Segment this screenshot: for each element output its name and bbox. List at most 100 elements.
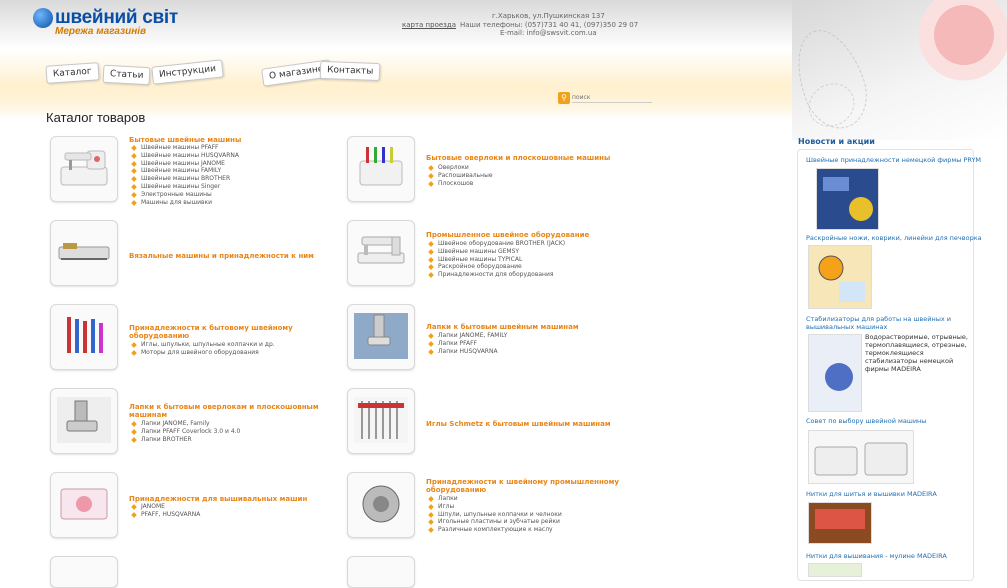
search-input[interactable] [572, 93, 652, 103]
nav-catalog[interactable]: Каталог [45, 62, 100, 84]
category-thumbnail[interactable] [50, 472, 118, 538]
search-icon[interactable]: ⚲ [558, 92, 570, 104]
list-item[interactable]: Швейное оборудование BROTHER (JACK) [426, 240, 565, 248]
news-heading: Новости и акции [798, 137, 875, 146]
list-item[interactable]: Различные комплектующие к маслу [426, 526, 562, 534]
news-desc-line: фирмы MADEIRA [865, 365, 921, 373]
list-item[interactable]: Плоскошов [426, 180, 493, 188]
embroidery-icon [60, 488, 108, 520]
list-item[interactable]: Принадлежности для оборудования [426, 271, 565, 279]
news-image[interactable] [808, 334, 862, 412]
category-thumbnail[interactable] [347, 136, 415, 202]
category-title[interactable]: Принадлежности к бытовому швейному обору… [129, 324, 309, 340]
list-item[interactable]: Оверлоки [426, 164, 493, 172]
map-link[interactable]: карта проезда [402, 21, 456, 29]
list-item[interactable]: Иглы, шпульки, шпульные колпачки и др. [129, 341, 275, 349]
news-link[interactable]: Совет по выбору швейной машины [806, 417, 926, 425]
list-item[interactable]: Иглы [426, 503, 562, 511]
list-item[interactable]: Раскройное оборудование [426, 263, 565, 271]
news-desc-line: стабилизаторы немецкой [865, 357, 954, 365]
news-image[interactable] [808, 502, 872, 544]
category-thumbnail[interactable] [347, 388, 415, 454]
logo-subtitle: Мережа магазинів [55, 26, 147, 37]
email-text[interactable]: E-mail: info@swsvit.com.ua [500, 29, 597, 37]
category-title[interactable]: Вязальные машины и принадлежности к ним [129, 252, 329, 260]
presser-foot-icon [354, 313, 408, 359]
list-item[interactable]: Лапки PFAFF [426, 340, 507, 348]
accessories-icon [67, 317, 103, 353]
category-title[interactable]: Лапки к бытовым швейным машинам [426, 323, 626, 331]
category-thumbnail[interactable] [50, 304, 118, 370]
search-box: ⚲ [558, 92, 653, 104]
phone-text: Наши телефоны: (057)731 40 41, (097)350 … [460, 21, 639, 29]
bobbin-case-icon [362, 485, 400, 523]
address-text: г.Харьков, ул.Пушкинская 137 [492, 12, 605, 20]
news-image[interactable] [808, 245, 872, 309]
list-item[interactable]: Лапки HUSQVARNA [426, 348, 507, 356]
category-list: Иглы, шпульки, шпульные колпачки и др. М… [129, 341, 275, 357]
nav-contacts[interactable]: Контакты [319, 60, 381, 82]
category-title[interactable]: Иглы Schmetz к бытовым швейным машинам [426, 420, 626, 428]
list-item[interactable]: Швейные машины JANOME [129, 160, 239, 168]
category-title[interactable]: Бытовые оверлоки и плоскошовные машины [426, 154, 626, 162]
category-thumbnail[interactable] [347, 556, 415, 588]
category-thumbnail[interactable] [50, 556, 118, 588]
list-item[interactable]: Электронные машины [129, 191, 239, 199]
category-thumbnail[interactable] [50, 220, 118, 286]
news-link-line2[interactable]: вышивальных машинах [806, 323, 887, 331]
category-thumbnail[interactable] [50, 136, 118, 202]
news-desc-line: термоплавящиеся, отрезные, [865, 341, 967, 349]
category-title[interactable]: Принадлежности к швейному промышленному … [426, 478, 626, 494]
list-item[interactable]: Швейные машины BROTHER [129, 175, 239, 183]
category-list: JANOME PFAFF, HUSQVARNA [129, 503, 200, 519]
needles-icon [354, 397, 408, 443]
category-title[interactable]: Лапки к бытовым оверлокам и плоскошовным… [129, 403, 324, 419]
list-item[interactable]: PFAFF, HUSQVARNA [129, 511, 200, 519]
category-list: Лапки JANOME, FAMILY Лапки PFAFF Лапки H… [426, 332, 507, 355]
list-item[interactable]: Лапки [426, 495, 562, 503]
news-link[interactable]: Стабилизаторы для работы на швейных и [806, 315, 951, 323]
news-link[interactable]: Раскройные ножи, коврики, линейки для пе… [806, 234, 982, 242]
list-item[interactable]: Моторы для швейного оборудования [129, 349, 275, 357]
category-thumbnail[interactable] [347, 472, 415, 538]
news-link[interactable]: Нитки для шитья и вышивки MADEIRA [806, 490, 937, 498]
list-item[interactable]: Швейные машины PFAFF [129, 144, 239, 152]
category-thumbnail[interactable] [50, 388, 118, 454]
category-title[interactable]: Принадлежности для вышивальных машин [129, 495, 329, 503]
news-desc-line: термоклеящиеся [865, 349, 924, 357]
list-item[interactable]: Швейные машины TYPICAL [426, 256, 565, 264]
category-thumbnail[interactable] [347, 220, 415, 286]
category-title[interactable]: Бытовые швейные машины [129, 136, 319, 144]
list-item[interactable]: Швейные машины GEMSY [426, 248, 565, 256]
category-thumbnail[interactable] [347, 304, 415, 370]
nav-articles[interactable]: Статьи [102, 64, 151, 86]
news-desc-line: Водорастворимые, отрывные, [865, 333, 969, 341]
knitting-machine-icon [58, 243, 110, 260]
list-item[interactable]: Распошивальные [426, 172, 493, 180]
news-image[interactable] [816, 168, 879, 230]
list-item[interactable]: Швейные машины Singer [129, 183, 239, 191]
list-item[interactable]: Лапки BROTHER [129, 436, 240, 444]
list-item[interactable]: Лапки PFAFF Coverlock 3.0 и 4.0 [129, 428, 240, 436]
list-item[interactable]: Шпули, шпульные колпачки и челноки [426, 511, 562, 519]
overlock-foot-icon [57, 397, 111, 443]
news-image[interactable] [808, 430, 914, 484]
news-description: Водорастворимые, отрывные, термоплавящие… [865, 333, 968, 373]
list-item[interactable]: Игольные пластины и зубчатые рейки [426, 518, 562, 526]
list-item[interactable]: Машины для вышивки [129, 199, 239, 207]
sewing-machine-icon [60, 150, 108, 186]
category-list: Лапки Иглы Шпули, шпульные колпачки и че… [426, 495, 562, 534]
news-link[interactable]: Швейные принадлежности немецкой фирмы PR… [806, 156, 981, 164]
list-item[interactable]: Швейные машины FAMILY [129, 167, 239, 175]
news-image[interactable] [808, 563, 862, 577]
list-item[interactable]: JANOME [129, 503, 200, 511]
news-link[interactable]: Нитки для вышивания - мулине MADEIRA [806, 552, 947, 560]
overlock-icon [359, 147, 403, 186]
category-title[interactable]: Промышленное швейное оборудование [426, 231, 626, 239]
logo-globe-icon [33, 8, 53, 28]
category-list: Швейное оборудование BROTHER (JACK) Швей… [426, 240, 565, 279]
list-item[interactable]: Швейные машины HUSQVARNA [129, 152, 239, 160]
list-item[interactable]: Лапки JANOME, FAMILY [426, 332, 507, 340]
list-item[interactable]: Лапки JANOME, Family [129, 420, 240, 428]
category-list: Лапки JANOME, Family Лапки PFAFF Coverlo… [129, 420, 240, 443]
